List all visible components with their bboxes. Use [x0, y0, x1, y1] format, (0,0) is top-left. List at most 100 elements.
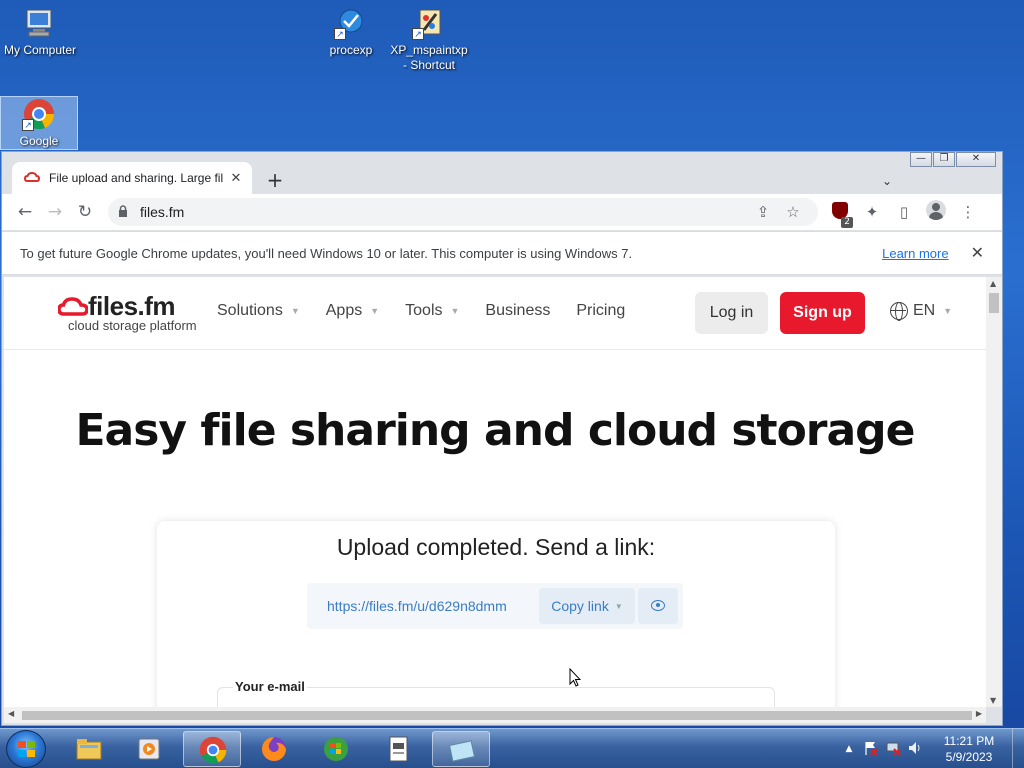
shortcut-arrow-icon: ↗	[412, 28, 424, 40]
taskbar-document[interactable]	[369, 731, 427, 767]
scrollbar-thumb[interactable]	[989, 293, 999, 313]
share-link-box: https://files.fm/u/d629n8dmm Copy link ▼	[307, 583, 683, 629]
site-header: files.fm cloud storage platform Solution…	[4, 277, 986, 350]
files-fm-logo[interactable]: files.fm cloud storage platform	[58, 293, 198, 333]
page-viewport: files.fm cloud storage platform Solution…	[4, 277, 986, 707]
menu-label: Solutions	[217, 302, 283, 319]
clock-date: 5/9/2023	[945, 750, 993, 764]
address-bar[interactable]: files.fm ⇪ ☆	[108, 198, 818, 226]
chrome-icon: ↗	[22, 97, 56, 131]
new-tab-button[interactable]: +	[264, 170, 286, 190]
side-panel-icon[interactable]: ▯	[888, 203, 920, 221]
language-selector[interactable]: EN ▼	[890, 302, 952, 321]
menu-business[interactable]: Business	[485, 302, 550, 320]
mouse-cursor-icon	[569, 668, 581, 687]
caret-down-icon: ▼	[614, 601, 623, 611]
copy-link-label: Copy link	[551, 598, 609, 614]
tab-search-chevron-icon[interactable]: ⌄	[882, 174, 892, 188]
back-button[interactable]: ←	[10, 197, 40, 227]
upload-card-title: Upload completed. Send a link:	[336, 534, 656, 560]
caret-down-icon: ▼	[290, 306, 300, 316]
action-center-flag-icon[interactable]	[860, 740, 882, 759]
show-hidden-icons-button[interactable]: ▲	[838, 744, 860, 754]
menu-solutions[interactable]: Solutions ▼	[217, 302, 300, 320]
taskbar-windows-update[interactable]	[307, 731, 365, 767]
lock-icon[interactable]	[118, 204, 140, 220]
caret-down-icon: ▼	[450, 306, 460, 316]
url-text[interactable]: files.fm	[140, 204, 748, 220]
browser-tab[interactable]: File upload and sharing. Large fil ✕	[12, 162, 252, 194]
reload-button[interactable]: ↻	[70, 197, 100, 227]
browser-toolbar: ← → ↻ files.fm ⇪ ☆ 2 ✦ ▯ ⋮	[2, 194, 1002, 230]
menu-label: Apps	[325, 302, 363, 319]
scroll-right-arrow-icon[interactable]: ▶	[976, 709, 982, 718]
vertical-scrollbar[interactable]: ▲ ▼	[986, 277, 1002, 707]
taskbar-firefox[interactable]	[245, 731, 303, 767]
system-tray: ▲ 11:21 PM 5/9/2023	[838, 729, 1024, 768]
document-icon	[389, 736, 408, 762]
extensions-puzzle-icon[interactable]: ✦	[856, 203, 888, 221]
desktop-icon-label: My Computer	[3, 43, 77, 57]
desktop-icon-label: XP_mspaintxp - Shortcut	[390, 43, 468, 72]
taskbar-media-player[interactable]	[121, 731, 179, 767]
volume-icon[interactable]	[904, 740, 926, 759]
chrome-window: — ❐ ✕ File upload and sharing. Large fil…	[1, 151, 1003, 726]
procexp-icon: ↗	[334, 6, 368, 40]
show-desktop-button[interactable]	[1012, 729, 1024, 768]
login-button[interactable]: Log in	[695, 292, 768, 334]
menu-pricing[interactable]: Pricing	[576, 302, 625, 320]
forward-button[interactable]: →	[40, 197, 70, 227]
notepad-icon	[448, 740, 476, 762]
scroll-left-arrow-icon[interactable]: ◀	[8, 709, 14, 718]
share-link[interactable]: https://files.fm/u/d629n8dmm	[307, 598, 539, 614]
menu-apps[interactable]: Apps ▼	[326, 302, 379, 320]
horizontal-scrollbar[interactable]: ◀ ▶	[4, 707, 986, 723]
ublock-extension-icon[interactable]: 2	[824, 201, 856, 228]
chrome-menu-icon[interactable]: ⋮	[952, 203, 984, 221]
taskbar-chrome[interactable]	[183, 731, 241, 767]
desktop-icon-procexp[interactable]: ↗ procexp	[311, 6, 391, 58]
menu-label: Tools	[405, 302, 443, 319]
start-button[interactable]	[6, 730, 46, 768]
files-fm-favicon-icon	[24, 171, 40, 182]
menu-tools[interactable]: Tools ▼	[405, 302, 459, 320]
globe-icon	[890, 302, 908, 321]
taskbar-notepad[interactable]	[432, 731, 490, 767]
hero-title: Easy file sharing and cloud storage	[75, 405, 915, 456]
chrome-icon	[199, 736, 227, 764]
cloud-logo-icon	[58, 297, 88, 316]
windows-orb-icon	[324, 737, 348, 761]
network-icon[interactable]	[882, 740, 904, 759]
shortcut-arrow-icon: ↗	[22, 119, 34, 131]
copy-link-button[interactable]: Copy link ▼	[539, 588, 635, 624]
media-player-icon	[138, 738, 160, 760]
toolbar-right: 2 ✦ ▯ ⋮	[824, 200, 984, 228]
signup-button[interactable]: Sign up	[780, 292, 865, 334]
clock[interactable]: 11:21 PM 5/9/2023	[926, 733, 1012, 765]
upload-result-card: Upload completed. Send a link: https://f…	[157, 521, 835, 707]
scroll-up-arrow-icon[interactable]: ▲	[990, 279, 996, 288]
logo-text: files.fm	[88, 291, 176, 321]
share-icon[interactable]: ⇪	[748, 203, 778, 221]
profile-avatar-icon[interactable]	[920, 200, 952, 224]
ublock-badge: 2	[841, 216, 853, 228]
clock-time: 11:21 PM	[943, 734, 995, 748]
menu-label: Pricing	[576, 302, 626, 319]
desktop-icon-label: procexp	[329, 43, 373, 57]
taskbar-explorer[interactable]	[60, 731, 118, 767]
tab-title: File upload and sharing. Large fil	[49, 171, 224, 185]
desktop-icon-mspaint[interactable]: ↗ XP_mspaintxp - Shortcut	[389, 6, 469, 73]
scroll-down-arrow-icon[interactable]: ▼	[990, 696, 996, 705]
infobar-message: To get future Google Chrome updates, you…	[20, 245, 633, 261]
scrollbar-thumb[interactable]	[22, 711, 972, 720]
bookmark-star-icon[interactable]: ☆	[778, 203, 808, 221]
shortcut-arrow-icon: ↗	[334, 28, 346, 40]
tab-strip: File upload and sharing. Large fil ✕ + ⌄	[2, 160, 1002, 194]
preview-eye-icon[interactable]	[638, 588, 678, 624]
tab-close-icon[interactable]: ✕	[228, 170, 244, 186]
desktop-icon-google-chrome[interactable]: ↗ Google	[0, 96, 78, 150]
infobar-close-icon[interactable]: ✕	[971, 243, 984, 263]
learn-more-link[interactable]: Learn more	[882, 246, 948, 261]
firefox-icon	[262, 737, 286, 761]
desktop-icon-my-computer[interactable]: My Computer	[0, 6, 80, 58]
